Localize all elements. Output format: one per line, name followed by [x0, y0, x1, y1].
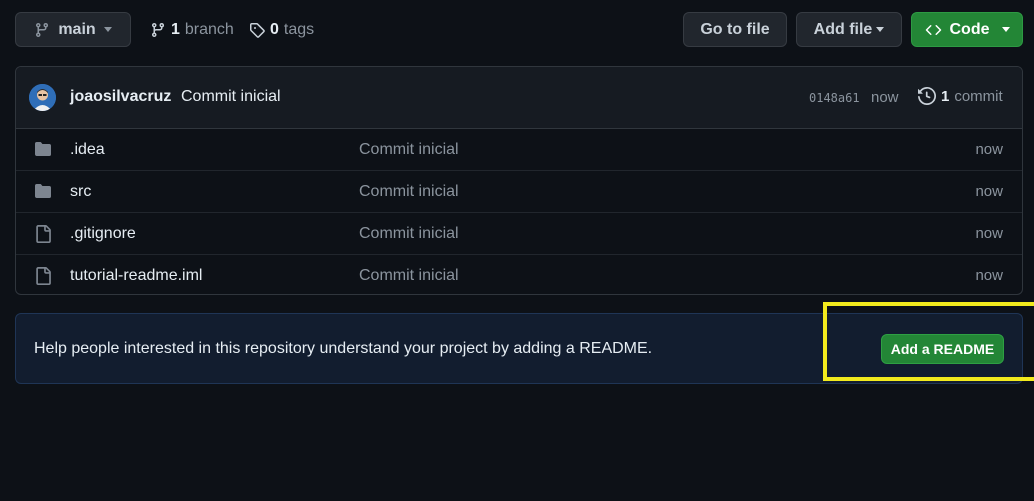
commit-history-link[interactable]: 1 commit: [918, 87, 1003, 105]
file-age: now: [975, 183, 1003, 200]
file-list-box: joaosilvacruz Commit inicial 0148a61 now…: [15, 66, 1023, 295]
file-name-link[interactable]: tutorial-readme.iml: [70, 267, 202, 285]
tag-label: tags: [283, 20, 315, 38]
history-icon: [918, 87, 936, 105]
file-row[interactable]: .gitignore Commit inicial now: [16, 213, 1022, 255]
file-row[interactable]: .idea Commit inicial now: [16, 129, 1022, 171]
user-avatar-icon: [29, 84, 56, 111]
code-button[interactable]: Code: [911, 12, 1023, 47]
file-commit-link[interactable]: Commit inicial: [359, 267, 459, 285]
file-icon: [36, 225, 51, 243]
commit-time: now: [871, 89, 899, 106]
file-commit-link[interactable]: Commit inicial: [359, 225, 459, 243]
latest-commit-header: joaosilvacruz Commit inicial 0148a61 now…: [16, 67, 1022, 129]
commit-author-link[interactable]: joaosilvacruz: [70, 88, 171, 106]
commit-sha-link[interactable]: 0148a61: [809, 91, 860, 105]
add-file-label: Add file: [813, 20, 873, 38]
branch-count: 1: [171, 20, 180, 38]
tag-count: 0: [270, 20, 279, 38]
commit-count-label: commit: [954, 87, 1003, 105]
file-age: now: [975, 267, 1003, 284]
add-file-button[interactable]: Add file: [796, 12, 902, 47]
file-age: now: [975, 225, 1003, 242]
file-name-link[interactable]: .gitignore: [70, 225, 136, 243]
file-name-link[interactable]: src: [70, 183, 91, 201]
chevron-down-icon: [1001, 27, 1010, 32]
code-label: Code: [949, 20, 990, 38]
git-branch-icon: [36, 22, 49, 37]
add-readme-banner: Help people interested in this repositor…: [15, 313, 1023, 384]
folder-icon: [35, 142, 51, 156]
file-icon: [36, 267, 51, 285]
repo-code-page: main 1 branch 0 tags Go to file Add file…: [0, 0, 1034, 501]
branch-label: branch: [184, 20, 234, 38]
tag-icon: [250, 22, 265, 38]
tags-link[interactable]: 0 tags: [249, 12, 314, 47]
commit-count: 1: [941, 87, 950, 105]
file-row[interactable]: src Commit inicial now: [16, 171, 1022, 213]
folder-icon: [35, 184, 51, 198]
code-icon: [925, 24, 941, 35]
branches-link[interactable]: 1 branch: [150, 12, 234, 47]
chevron-down-icon: [103, 27, 112, 32]
file-commit-link[interactable]: Commit inicial: [359, 141, 459, 159]
branch-name: main: [58, 20, 96, 38]
go-to-file-button[interactable]: Go to file: [683, 12, 787, 47]
add-readme-button[interactable]: Add a README: [881, 334, 1004, 364]
git-branch-icon: [151, 22, 164, 37]
avatar[interactable]: [29, 84, 56, 111]
chevron-down-icon: [876, 27, 885, 32]
readme-prompt-text: Help people interested in this repositor…: [34, 340, 653, 357]
commit-message-link[interactable]: Commit inicial: [181, 88, 281, 106]
file-commit-link[interactable]: Commit inicial: [359, 183, 459, 201]
branch-select-button[interactable]: main: [15, 12, 131, 47]
file-name-link[interactable]: .idea: [70, 141, 105, 159]
file-age: now: [975, 141, 1003, 158]
file-row[interactable]: tutorial-readme.iml Commit inicial now: [16, 255, 1022, 294]
go-to-file-label: Go to file: [700, 20, 770, 38]
